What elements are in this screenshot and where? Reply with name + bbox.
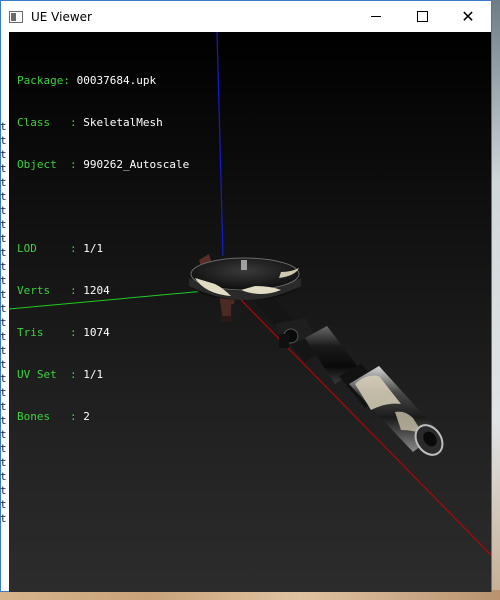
desktop-glyph: t [0,428,7,441]
desktop-glyph: t [0,386,7,399]
3d-viewport[interactable]: Package: 00037684.upk Class : SkeletalMe… [9,32,491,592]
uvset-value: 1/1 [83,368,104,381]
desktop-glyph: t [0,148,7,161]
desktop-text-fragment: ttttttttttttttttttttttttttttt [0,120,8,526]
desktop-glyph: t [0,484,7,497]
axis-x-line [240,299,491,556]
info-object: Object : 990262_Autoscale [17,158,189,172]
mesh-info-overlay: Package: 00037684.upk Class : SkeletalMe… [17,46,189,452]
desktop-glyph: t [0,288,7,301]
package-value: 00037684.upk [76,74,157,87]
desktop-glyph: t [0,190,7,203]
desktop-glyph: t [0,358,7,371]
desktop-glyph: t [0,442,7,455]
desktop-glyph: t [0,470,7,483]
bones-label: Bones : [17,410,84,423]
desktop-glyph: t [0,218,7,231]
desktop-glyph: t [0,120,7,133]
info-tris: Tris : 1074 [17,326,189,340]
desktop-glyph: t [0,232,7,245]
app-window-icon[interactable] [9,10,23,23]
desktop-glyph: t [0,498,7,511]
desktop-glyph: t [0,316,7,329]
bones-value: 2 [83,410,90,423]
desktop-glyph: t [0,400,7,413]
info-class: Class : SkeletalMesh [17,116,189,130]
uvset-label: UV Set : [17,368,84,381]
info-uvset: UV Set : 1/1 [17,368,189,382]
tris-value: 1074 [83,326,110,339]
drum-magazine [189,257,301,300]
info-package: Package: 00037684.upk [17,74,189,88]
desktop-glyph: t [0,162,7,175]
lod-value: 1/1 [83,242,104,255]
lod-label: LOD : [17,242,84,255]
desktop-glyph: t [0,204,7,217]
desktop-glyph: t [0,456,7,469]
verts-value: 1204 [83,284,110,297]
axis-z-line [216,32,224,257]
object-label: Object : [17,158,84,171]
package-label: Package: [17,74,77,87]
close-icon: ✕ [461,6,475,26]
class-value: SkeletalMesh [83,116,163,129]
desktop-glyph: t [0,246,7,259]
close-button[interactable]: ✕ [445,1,491,32]
window-title: UE Viewer [31,9,92,24]
verts-label: Verts : [17,284,84,297]
desktop-glyph: t [0,274,7,287]
class-label: Class : [17,116,84,129]
maximize-icon [416,11,428,22]
tris-label: Tris : [17,326,84,339]
desktop-glyph: t [0,372,7,385]
desktop-glyph: t [0,260,7,273]
desktop-glyph: t [0,414,7,427]
ue-viewer-window[interactable]: UE Viewer ✕ Package: 00037684.upk Class … [0,0,492,592]
minimize-icon [371,16,381,17]
info-verts: Verts : 1204 [17,284,189,298]
maximize-button[interactable] [399,1,445,32]
info-lod: LOD : 1/1 [17,242,189,256]
desktop-glyph: t [0,302,7,315]
object-value: 990262_Autoscale [83,158,190,171]
info-spacer [17,200,189,214]
desktop-glyph: t [0,134,7,147]
minimize-button[interactable] [353,1,399,32]
muzzle [349,366,444,456]
title-bar[interactable]: UE Viewer ✕ [1,1,491,32]
desktop-glyph: t [0,176,7,189]
desktop-glyph: t [0,512,7,525]
info-bones: Bones : 2 [17,410,189,424]
desktop-glyph: t [0,344,7,357]
desktop-glyph: t [0,330,7,343]
